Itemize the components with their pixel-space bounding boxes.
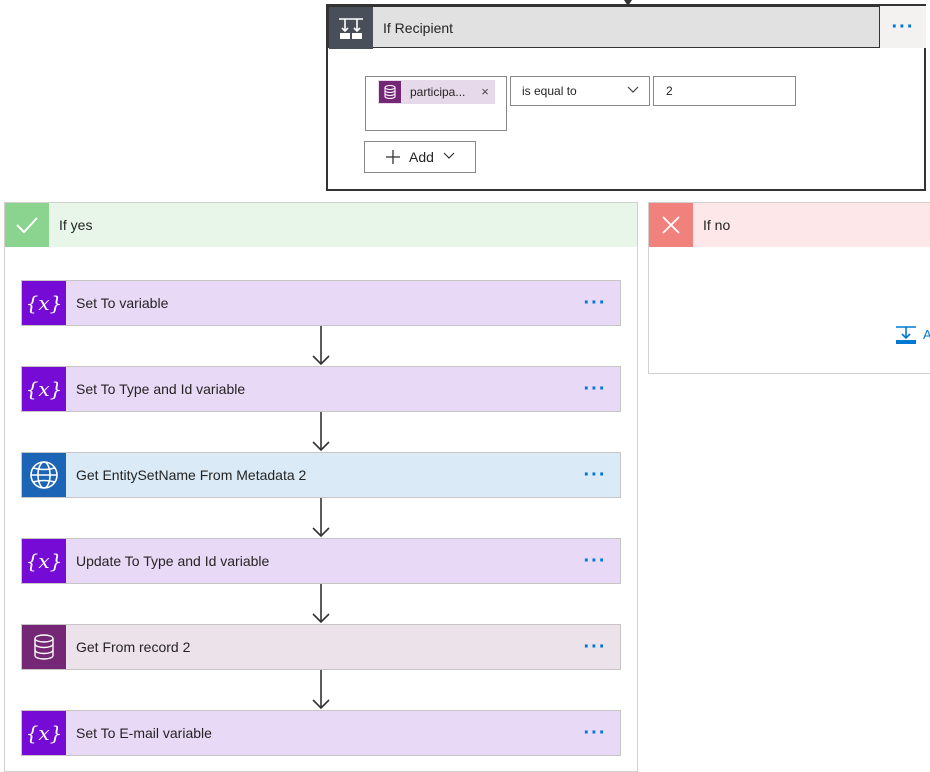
condition-header[interactable]: If Recipient (328, 6, 880, 49)
action-label: Set To variable (76, 295, 169, 311)
more-options-button[interactable]: ··· (580, 711, 610, 755)
more-icon: ··· (583, 464, 607, 486)
token-label: participa... (410, 85, 466, 99)
connector-arrow-icon (312, 498, 330, 538)
more-options-button[interactable]: ··· (580, 367, 610, 411)
action-label: Update To Type and Id variable (76, 553, 270, 569)
connector-arrow-icon (312, 326, 330, 366)
action-set-to-type-and-id-variable[interactable]: {𝑥} Set To Type and Id variable ··· (21, 366, 621, 412)
condition-value-input[interactable]: 2 (653, 76, 796, 106)
chevron-down-icon (627, 86, 639, 93)
variable-icon: {𝑥} (22, 711, 66, 755)
database-icon (379, 81, 401, 103)
action-get-entitysetname-from-metadata-2[interactable]: Get EntitySetName From Metadata 2 ··· (21, 452, 621, 498)
if-yes-title: If yes (59, 217, 93, 233)
add-action-label: A (923, 327, 930, 342)
action-set-to-variable[interactable]: {𝑥} Set To variable ··· (21, 280, 621, 326)
if-yes-header[interactable]: If yes (5, 203, 637, 247)
database-icon (22, 625, 66, 669)
action-update-to-type-and-id-variable[interactable]: {𝑥} Update To Type and Id variable ··· (21, 538, 621, 584)
add-action-icon (896, 326, 916, 344)
more-options-button[interactable]: ··· (580, 281, 610, 325)
close-icon (649, 203, 693, 247)
checkmark-icon (5, 203, 49, 247)
remove-token-button[interactable]: × (478, 80, 492, 104)
condition-icon (329, 7, 373, 49)
operator-value: is equal to (522, 84, 577, 98)
more-options-button[interactable]: ··· (580, 625, 610, 669)
variable-icon: {𝑥} (22, 367, 66, 411)
more-icon: ··· (583, 378, 607, 400)
more-icon: ··· (583, 636, 607, 658)
condition-more-options-button[interactable]: ··· (880, 6, 926, 48)
condition-value-text: 2 (666, 84, 673, 98)
dynamic-content-token[interactable]: participa... × (378, 80, 495, 104)
more-icon: ··· (891, 16, 915, 38)
variable-icon: {𝑥} (22, 281, 66, 325)
add-condition-button[interactable]: Add (364, 141, 476, 173)
globe-icon (22, 453, 66, 497)
add-action-button[interactable]: A (895, 323, 930, 347)
operator-dropdown[interactable]: is equal to (510, 76, 650, 106)
if-no-header[interactable]: If no (649, 203, 930, 247)
connector-arrow-icon (312, 670, 330, 710)
connector-arrow-icon (312, 584, 330, 624)
variable-icon: {𝑥} (22, 539, 66, 583)
condition-left-operand-field[interactable]: participa... × (365, 76, 507, 131)
more-options-button[interactable]: ··· (580, 539, 610, 583)
action-label: Get From record 2 (76, 639, 191, 655)
more-icon: ··· (583, 292, 607, 314)
action-get-from-record-2[interactable]: Get From record 2 ··· (21, 624, 621, 670)
if-no-title: If no (703, 217, 731, 233)
add-button-label: Add (409, 149, 434, 165)
more-icon: ··· (583, 722, 607, 744)
action-set-to-e-mail-variable[interactable]: {𝑥} Set To E-mail variable ··· (21, 710, 621, 756)
more-icon: ··· (583, 550, 607, 572)
action-label: Get EntitySetName From Metadata 2 (76, 467, 307, 483)
action-label: Set To E-mail variable (76, 725, 212, 741)
more-options-button[interactable]: ··· (580, 453, 610, 497)
condition-title: If Recipient (383, 20, 454, 36)
if-no-branch: If no A (648, 202, 930, 374)
connector-arrow-icon (312, 412, 330, 452)
chevron-down-icon (443, 152, 455, 159)
plus-icon (386, 150, 400, 164)
condition-card[interactable]: If Recipient ··· participa... × is equal… (326, 0, 926, 191)
action-label: Set To Type and Id variable (76, 381, 246, 397)
